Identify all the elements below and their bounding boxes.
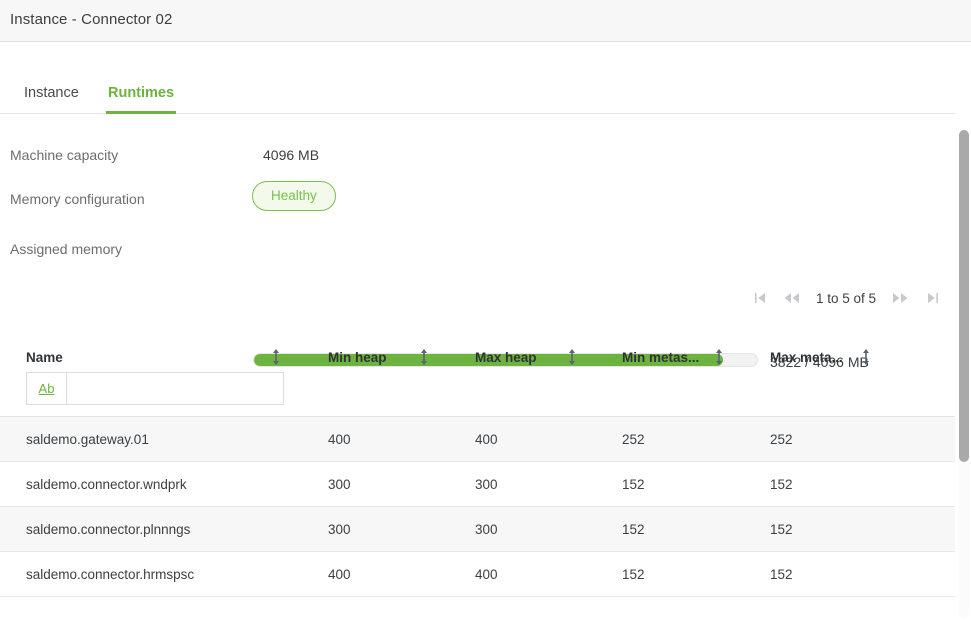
sort-icon-name[interactable]	[269, 348, 283, 366]
column-header-max-heap[interactable]: Max heap	[475, 350, 537, 365]
column-header-max-metaspace[interactable]: Max meta...	[770, 350, 843, 365]
cell-min-heap: 400	[328, 432, 351, 447]
cell-max-heap: 400	[475, 567, 498, 582]
cell-min-heap: 400	[328, 567, 351, 582]
cell-min-metaspace: 152	[622, 522, 645, 537]
cell-max-heap: 300	[475, 522, 498, 537]
next-page-icon[interactable]	[884, 287, 916, 309]
status-badge: Healthy	[252, 181, 336, 211]
table-row[interactable]: saldemo.connector.hrmspsc 400 400 152 152	[0, 552, 955, 597]
table-header: Name Min heap Max heap Min metas... Max …	[0, 332, 955, 416]
window-titlebar: Instance - Connector 02	[0, 0, 971, 42]
table-row[interactable]: saldemo.connector.wndprk 300 300 152 152	[0, 462, 955, 507]
cell-max-metaspace: 252	[770, 432, 793, 447]
sort-icon-min-metaspace[interactable]	[712, 348, 726, 366]
sort-icon-max-metaspace[interactable]	[859, 348, 873, 366]
tab-bar: Instance Runtimes	[0, 42, 955, 114]
runtimes-table: Name Min heap Max heap Min metas... Max …	[0, 332, 955, 597]
sort-icon-min-heap[interactable]	[417, 348, 431, 366]
name-filter-input[interactable]	[67, 373, 283, 404]
machine-capacity-value: 4096 MB	[263, 147, 319, 163]
cell-name: saldemo.connector.hrmspsc	[26, 567, 194, 582]
tab-runtimes[interactable]: Runtimes	[106, 85, 176, 113]
name-filter: Ab	[26, 372, 284, 405]
filter-mode-button[interactable]: Ab	[27, 373, 67, 404]
previous-page-icon[interactable]	[776, 287, 808, 309]
cell-min-heap: 300	[328, 477, 351, 492]
column-header-name[interactable]: Name	[26, 350, 63, 365]
tab-instance[interactable]: Instance	[22, 85, 81, 113]
machine-capacity-label: Machine capacity	[10, 147, 118, 163]
scrollbar-thumb[interactable]	[959, 130, 969, 462]
table-row[interactable]: saldemo.gateway.01 400 400 252 252	[0, 417, 955, 462]
cell-max-metaspace: 152	[770, 567, 793, 582]
cell-max-metaspace: 152	[770, 522, 793, 537]
cell-max-heap: 300	[475, 477, 498, 492]
cell-max-metaspace: 152	[770, 477, 793, 492]
cell-name: saldemo.connector.plnnngs	[26, 522, 190, 537]
first-page-icon[interactable]	[744, 287, 776, 309]
cell-min-heap: 300	[328, 522, 351, 537]
instance-runtimes-panel: Instance - Connector 02 Instance Runtime…	[0, 0, 971, 620]
assigned-memory-label: Assigned memory	[10, 241, 122, 257]
vertical-scrollbar[interactable]	[959, 130, 969, 618]
cell-name: saldemo.gateway.01	[26, 432, 149, 447]
pagination-controls: 1 to 5 of 5	[744, 287, 948, 309]
cell-name: saldemo.connector.wndprk	[26, 477, 187, 492]
column-header-min-metaspace[interactable]: Min metas...	[622, 350, 699, 365]
pagination-range-label: 1 to 5 of 5	[808, 291, 884, 306]
page-title: Instance - Connector 02	[10, 11, 172, 28]
memory-configuration-label: Memory configuration	[10, 191, 145, 207]
last-page-icon[interactable]	[916, 287, 948, 309]
cell-min-metaspace: 152	[622, 477, 645, 492]
cell-min-metaspace: 152	[622, 567, 645, 582]
sort-icon-max-heap[interactable]	[565, 348, 579, 366]
table-row[interactable]: saldemo.connector.plnnngs 300 300 152 152	[0, 507, 955, 552]
cell-max-heap: 400	[475, 432, 498, 447]
cell-min-metaspace: 252	[622, 432, 645, 447]
column-header-min-heap[interactable]: Min heap	[328, 350, 387, 365]
table-body: saldemo.gateway.01 400 400 252 252 saldemo.co…	[0, 416, 955, 597]
